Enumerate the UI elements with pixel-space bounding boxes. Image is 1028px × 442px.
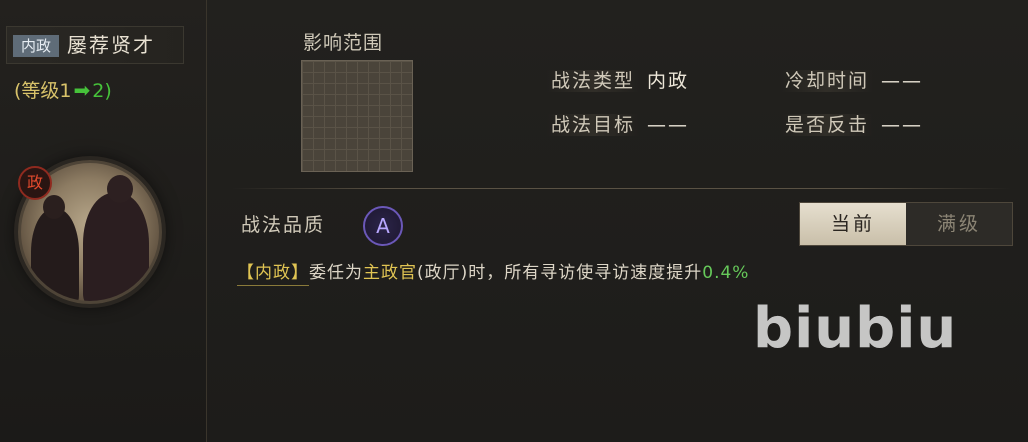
description-value: 0.4% (702, 263, 750, 283)
attr-skill-type-value: 内政 (647, 70, 690, 92)
attr-skill-type: 战法类型 内政 (547, 66, 689, 93)
figure-head-left (43, 195, 65, 219)
figure-head-right (107, 175, 133, 203)
level-from: (等级1 (14, 80, 72, 102)
attr-target-label: 战法目标 (547, 114, 640, 136)
attr-target-value: —— (647, 114, 690, 136)
description-role: 主政官 (363, 263, 417, 283)
skill-description: 【内政】委任为主政官(政厅)时，所有寻访使寻访速度提升0.4% (237, 258, 750, 286)
attr-target: 战法目标 —— (547, 110, 689, 137)
level-view-toggle: 当前 满级 (799, 202, 1013, 246)
attr-cooldown: 冷却时间 —— (781, 66, 923, 93)
skill-name: 屡荐贤才 (67, 33, 155, 57)
governance-badge: 政 (18, 166, 52, 200)
description-tag: 【内政】 (237, 263, 309, 286)
range-grid (301, 60, 413, 172)
attr-cooldown-label: 冷却时间 (781, 70, 874, 92)
tab-current-level[interactable]: 当前 (800, 203, 906, 245)
figure-silhouette-right (83, 193, 149, 301)
attr-cooldown-value: —— (881, 70, 924, 92)
arrow-right-icon: ➡ (73, 78, 91, 102)
description-part2: (政厅)时，所有寻访使寻访速度提升 (417, 263, 703, 283)
attr-counter-value: —— (881, 114, 924, 136)
skill-type-tag: 内政 (13, 35, 59, 57)
skill-detail-panel: 影响范围 战法类型 内政 冷却时间 —— 战法目标 —— 是否反击 —— 战法品质 A … (207, 0, 1028, 442)
range-label: 影响范围 (303, 32, 384, 54)
skill-title-bar: 内政 屡荐贤才 (6, 26, 184, 64)
description-part1: 委任为 (309, 263, 363, 283)
quality-label: 战法品质 (241, 214, 326, 236)
figure-silhouette-left (31, 209, 79, 301)
tab-max-level[interactable]: 满级 (906, 203, 1012, 245)
watermark-logo: biubiu (753, 296, 958, 361)
section-divider (231, 188, 1011, 189)
attr-counter-label: 是否反击 (781, 114, 874, 136)
level-to: 2) (92, 80, 112, 102)
skill-info-sidebar: 内政 屡荐贤才 (等级1 ➡ 2) 政 (0, 0, 207, 442)
quality-grade-badge: A (363, 206, 403, 246)
attr-counter: 是否反击 —— (781, 110, 923, 137)
level-upgrade-row: (等级1 ➡ 2) (14, 76, 112, 105)
attr-skill-type-label: 战法类型 (547, 70, 640, 92)
